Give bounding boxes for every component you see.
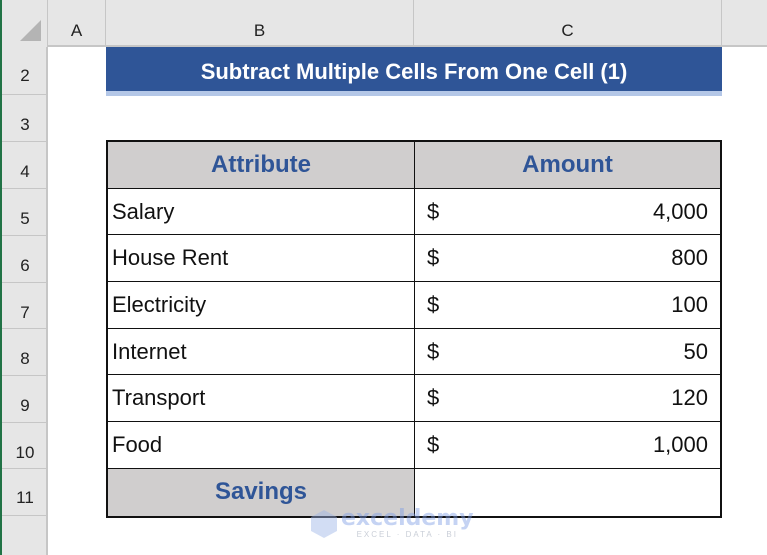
currency-symbol: $ (427, 245, 440, 271)
amount-cell[interactable]: $50 (415, 329, 720, 375)
row-header-11[interactable]: 11 (2, 469, 48, 516)
amount-cell[interactable]: $120 (415, 375, 720, 421)
row-header-7[interactable]: 7 (2, 283, 48, 329)
row-header-8[interactable]: 8 (2, 329, 48, 376)
table-row: Salary $4,000 (108, 188, 720, 236)
exceldemy-logo-icon (311, 510, 337, 538)
row-header-4[interactable]: 4 (2, 142, 48, 189)
amount-value: 50 (683, 338, 708, 364)
table-row: Internet $50 (108, 328, 720, 376)
table-row: Electricity $100 (108, 282, 720, 329)
watermark-tagline: EXCEL · DATA · BI (356, 530, 458, 539)
column-header-a[interactable]: A (48, 0, 106, 45)
currency-symbol: $ (427, 198, 440, 224)
column-header-b[interactable]: B (106, 0, 414, 45)
amount-cell[interactable]: $800 (415, 235, 720, 281)
row-header-3[interactable]: 3 (2, 95, 48, 142)
amount-cell[interactable]: $100 (415, 282, 720, 328)
column-header-c[interactable]: C (414, 0, 722, 45)
header-attribute[interactable]: Attribute (108, 142, 415, 188)
amount-value: 120 (671, 385, 708, 411)
row-header-10[interactable]: 10 (2, 423, 48, 469)
table-row: Transport $120 (108, 375, 720, 423)
amount-value: 100 (671, 292, 708, 318)
row-header-9[interactable]: 9 (2, 376, 48, 423)
currency-symbol: $ (427, 338, 440, 364)
select-all-button[interactable] (2, 0, 48, 47)
currency-symbol: $ (427, 292, 440, 318)
attribute-cell[interactable]: Salary (108, 188, 415, 235)
amount-value: 4,000 (652, 198, 708, 224)
attribute-cell[interactable]: Internet (108, 328, 415, 375)
attribute-cell[interactable]: Electricity (108, 282, 415, 328)
watermark: exceldemy EXCEL · DATA · BI (311, 508, 474, 540)
table-header-row: Attribute Amount (108, 142, 720, 189)
currency-symbol: $ (427, 385, 440, 411)
table-row: House Rent $800 (108, 235, 720, 283)
attribute-cell[interactable]: Food (108, 422, 415, 468)
watermark-name: exceldemy (341, 506, 474, 531)
select-all-triangle-icon (20, 20, 41, 41)
attribute-cell[interactable]: Transport (108, 375, 415, 422)
data-table: Attribute Amount Salary $4,000 House Ren… (106, 140, 722, 518)
table-row: Food $1,000 (108, 422, 720, 469)
amount-cell[interactable]: $1,000 (415, 422, 720, 468)
row-header-2[interactable]: 2 (2, 47, 48, 95)
amount-value: 1,000 (652, 432, 708, 458)
title-cell[interactable]: Subtract Multiple Cells From One Cell (1… (106, 47, 722, 91)
amount-cell[interactable]: $4,000 (415, 189, 720, 235)
attribute-cell[interactable]: House Rent (108, 235, 415, 282)
header-amount[interactable]: Amount (415, 142, 720, 188)
row-header-6[interactable]: 6 (2, 236, 48, 283)
row-header-5[interactable]: 5 (2, 189, 48, 236)
amount-value: 800 (671, 245, 708, 271)
currency-symbol: $ (427, 432, 440, 458)
title-underline (106, 91, 722, 96)
